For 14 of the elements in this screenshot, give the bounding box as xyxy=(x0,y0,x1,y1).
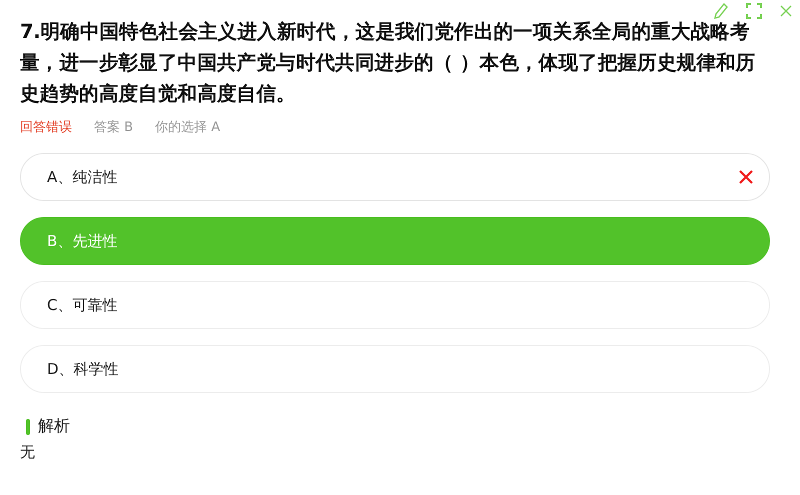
pencil-icon[interactable] xyxy=(714,3,728,19)
section-marker xyxy=(26,418,30,434)
option-item[interactable]: C、可靠性 xyxy=(20,281,770,329)
fullscreen-icon[interactable] xyxy=(746,3,762,19)
section-heading: 解析 xyxy=(38,416,70,437)
answer-label: 答案 B xyxy=(94,119,134,136)
verdict-label: 回答错误 xyxy=(20,119,72,136)
question-text: 7.明确中国特色社会主义进入新时代，这是我们党作出的一项关系全局的重大战略考量，进一步彰显了中国共产党与时代共同进步的（ ）本色，体现了把握历史规律和历史趋势的高度自觉和高度自信。 xyxy=(20,19,756,107)
close-icon[interactable] xyxy=(780,5,792,17)
option-item[interactable]: A、纯洁性 xyxy=(20,153,770,201)
choice-label: 你的选择 A xyxy=(155,119,220,136)
option-item[interactable]: D、科学性 xyxy=(20,345,770,393)
cross-icon xyxy=(739,170,753,184)
analysis-text: 无 xyxy=(20,443,36,462)
